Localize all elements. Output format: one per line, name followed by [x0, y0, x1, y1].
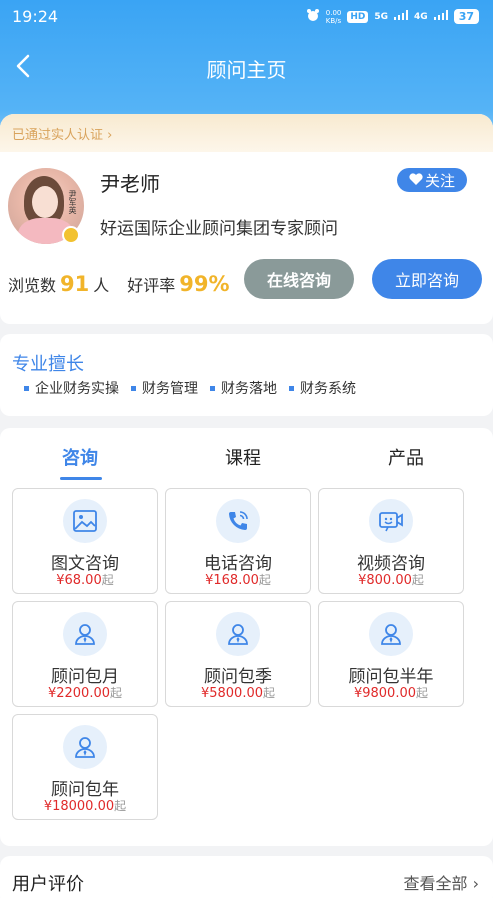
profile-card: 已通过实人认证 › 尹军英 尹老师 关注 好运国际企业顾问集团专家顾问 浏览数 … [0, 114, 493, 324]
specialty-item: 企业财务实操 [24, 378, 119, 398]
consultant-name: 尹老师 [100, 172, 160, 196]
specialty-item: 财务落地 [210, 378, 277, 398]
follow-label: 关注 [424, 171, 455, 190]
image-icon [63, 499, 107, 543]
services-card: 咨询 课程 产品 图文咨询 ¥68.00起 电话咨询 ¥168.00起 视频咨询… [0, 428, 493, 846]
tab-consult[interactable]: 咨询 [62, 444, 98, 470]
tab-active-indicator [60, 477, 102, 480]
service-card-yearly[interactable]: 顾问包年 ¥18000.00起 [12, 714, 158, 820]
service-price: ¥2200.00起 [47, 686, 123, 701]
specialty-item: 财务管理 [131, 378, 198, 398]
service-card-monthly[interactable]: 顾问包月 ¥2200.00起 [12, 601, 158, 707]
signal-bars-icon [433, 10, 448, 23]
hd-badge: HD [347, 10, 369, 23]
service-card-quarterly[interactable]: 顾问包季 ¥5800.00起 [165, 601, 311, 707]
stats-row: 浏览数 91 人 好评率 99% [8, 272, 234, 296]
reviews-title: 用户评价 [12, 874, 84, 895]
service-card-half-year[interactable]: 顾问包半年 ¥9800.00起 [318, 601, 464, 707]
service-price: ¥18000.00起 [43, 799, 127, 814]
specialty-item-label: 财务管理 [142, 381, 198, 397]
specialty-item-label: 企业财务实操 [35, 381, 119, 397]
rating-value: 99% [179, 272, 230, 296]
heart-icon [409, 171, 423, 189]
status-icons: 0.00 KB/s HD 5G 4G 37 [306, 8, 479, 25]
page-title: 顾问主页 [206, 58, 287, 82]
tab-courses[interactable]: 课程 [225, 444, 261, 470]
net-speed: 0.00 KB/s [325, 8, 342, 25]
bullet-icon [131, 385, 136, 391]
follow-button[interactable]: 关注 [397, 168, 467, 192]
rating-label: 好评率 [127, 276, 176, 295]
consultant-icon [63, 612, 107, 656]
service-price: ¥168.00起 [205, 573, 271, 588]
video-icon [369, 499, 413, 543]
avatar-face [32, 186, 58, 218]
bullet-icon [210, 385, 215, 391]
bullet-icon [24, 385, 29, 391]
service-price: ¥800.00起 [358, 573, 424, 588]
battery-indicator: 37 [453, 9, 479, 24]
consultant-icon [216, 612, 260, 656]
nav-bar: 顾问主页 [0, 38, 493, 98]
signal-bars-icon [394, 10, 409, 23]
views-unit: 人 [93, 276, 110, 295]
specialty-title: 专业擅长 [12, 354, 84, 375]
consultant-icon [63, 725, 107, 769]
phone-icon [216, 499, 260, 543]
signal-5g: 5G [374, 11, 389, 22]
service-price: ¥5800.00起 [200, 686, 276, 701]
status-bar: 19:24 0.00 KB/s HD 5G 4G 37 [0, 0, 493, 34]
alarm-icon [306, 8, 320, 25]
service-card-video-consult[interactable]: 视频咨询 ¥800.00起 [318, 488, 464, 594]
bullet-icon [289, 385, 294, 391]
consultant-title: 好运国际企业顾问集团专家顾问 [100, 219, 338, 239]
status-time: 19:24 [12, 7, 59, 26]
specialty-item-label: 财务系统 [300, 381, 356, 397]
signal-4g: 4G [414, 11, 428, 22]
specialty-item: 财务系统 [289, 378, 356, 398]
reviews-card: 用户评价 查看全部 › [0, 856, 493, 898]
service-card-phone-consult[interactable]: 电话咨询 ¥168.00起 [165, 488, 311, 594]
consult-now-button[interactable]: 立即咨询 [372, 259, 482, 299]
consultant-icon [369, 612, 413, 656]
specialty-list: 企业财务实操 财务管理 财务落地 财务系统 [24, 378, 356, 398]
specialty-item-label: 财务落地 [221, 381, 277, 397]
service-price: ¥9800.00起 [353, 686, 429, 701]
service-price: ¥68.00起 [56, 573, 114, 588]
specialty-card: 专业擅长 企业财务实操 财务管理 财务落地 财务系统 [0, 334, 493, 416]
avatar-tag: 尹军英 [68, 190, 77, 214]
view-all-reviews-link[interactable]: 查看全部 › [404, 870, 480, 894]
verified-banner[interactable]: 已通过实人认证 › [0, 114, 493, 152]
views-value: 91 [60, 272, 90, 296]
service-card-text-consult[interactable]: 图文咨询 ¥68.00起 [12, 488, 158, 594]
views-label: 浏览数 [8, 276, 57, 295]
online-consult-button[interactable]: 在线咨询 [244, 259, 354, 299]
gold-badge-icon [62, 226, 80, 244]
tab-products[interactable]: 产品 [388, 444, 424, 470]
